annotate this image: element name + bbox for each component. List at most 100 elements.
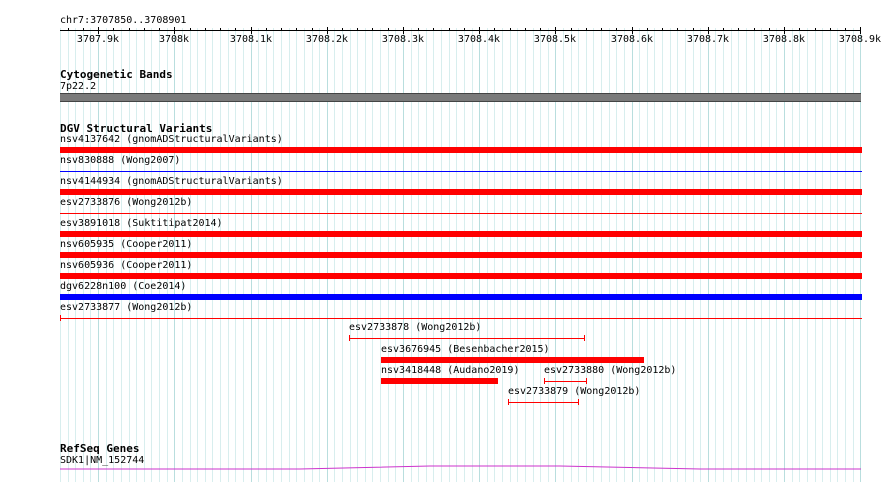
dgv-feature-bar[interactable] — [60, 294, 862, 300]
ruler-minor-tick — [281, 28, 282, 31]
ruler-minor-tick — [144, 28, 145, 31]
ruler-minor-tick — [799, 28, 800, 31]
dgv-feature-label[interactable]: esv3676945 (Besenbacher2015) — [381, 344, 550, 356]
ruler-minor-tick — [205, 28, 206, 31]
dgv-feature-label[interactable]: nsv4144934 (gnomADStructuralVariants) — [60, 176, 283, 188]
cytoband-bar[interactable] — [60, 93, 861, 102]
ruler-minor-tick — [616, 28, 617, 31]
ruler-tick-label: 3708.2k — [305, 34, 349, 45]
dgv-feature-end — [508, 399, 509, 405]
dgv-feature-end — [60, 315, 61, 321]
ruler-minor-tick — [723, 28, 724, 31]
ruler-minor-tick — [266, 28, 267, 31]
dgv-feature-end — [586, 378, 587, 384]
dgv-feature-label[interactable]: esv2733877 (Wong2012b) — [60, 302, 192, 314]
ruler-tick-label: 3708.5k — [533, 34, 577, 45]
ruler-tick-label: 3708.3k — [381, 34, 425, 45]
dgv-feature-end — [349, 335, 350, 341]
ruler-tick-label: 3708.9k — [838, 34, 882, 45]
refseq-track-title: RefSeq Genes — [60, 442, 140, 455]
ruler-minor-tick — [388, 28, 389, 31]
ruler-minor-tick — [540, 28, 541, 31]
ruler-major-tick — [251, 27, 252, 34]
dgv-feature-label[interactable]: nsv830888 (Wong2007) — [60, 155, 180, 167]
dgv-feature-bar[interactable] — [60, 273, 862, 279]
dgv-feature-bar[interactable] — [60, 189, 862, 195]
ruler-minor-tick — [190, 28, 191, 31]
ruler-minor-tick — [677, 28, 678, 31]
ruler-minor-tick — [510, 28, 511, 31]
ruler-minor-tick — [357, 28, 358, 31]
ruler-major-tick — [98, 27, 99, 34]
ruler-minor-tick — [68, 28, 69, 31]
ruler-minor-tick — [433, 28, 434, 31]
dgv-feature-bar[interactable] — [60, 231, 862, 237]
dgv-feature-label[interactable]: esv2733879 (Wong2012b) — [508, 386, 640, 398]
dgv-feature-label[interactable]: dgv6228n100 (Coe2014) — [60, 281, 186, 293]
cytoband-label: 7p22.2 — [60, 81, 97, 92]
ruler-minor-tick — [129, 28, 130, 31]
dgv-feature-label[interactable]: esv2733876 (Wong2012b) — [60, 197, 192, 209]
ruler-tick-label: 3707.9k — [76, 34, 120, 45]
ruler-minor-tick — [312, 28, 313, 31]
ruler-minor-tick — [159, 28, 160, 31]
ruler-tick-label: 3708.7k — [686, 34, 730, 45]
ruler-tick-label: 3708k — [158, 34, 190, 45]
dgv-feature-label[interactable]: nsv3418448 (Audano2019) — [381, 365, 519, 377]
ruler-minor-tick — [83, 28, 84, 31]
dgv-feature-bar[interactable] — [60, 171, 862, 172]
ruler-minor-tick — [815, 28, 816, 31]
cytoband-track-title: Cytogenetic Bands — [60, 68, 173, 81]
locus-label: chr7:3707850..3708901 — [60, 15, 187, 26]
dgv-feature-label[interactable]: nsv4137642 (gnomADStructuralVariants) — [60, 134, 283, 146]
ruler-major-tick — [860, 27, 861, 34]
dgv-feature-label[interactable]: nsv605936 (Cooper2011) — [60, 260, 192, 272]
ruler-minor-tick — [662, 28, 663, 31]
ruler-major-tick — [632, 27, 633, 34]
ruler-major-tick — [403, 27, 404, 34]
dgv-feature-bar[interactable] — [349, 338, 584, 339]
dgv-feature-end — [578, 399, 579, 405]
dgv-feature-bar[interactable] — [60, 147, 862, 153]
refseq-gene-model[interactable] — [0, 460, 890, 476]
ruler-major-tick — [479, 27, 480, 34]
dgv-feature-bar[interactable] — [544, 381, 586, 382]
dgv-feature-end — [544, 378, 545, 384]
ruler-tick-label: 3708.6k — [610, 34, 654, 45]
ruler-major-tick — [174, 27, 175, 34]
ruler-tick-label: 3708.8k — [762, 34, 806, 45]
ruler-minor-tick — [738, 28, 739, 31]
dgv-feature-bar[interactable] — [60, 318, 862, 319]
dgv-feature-label[interactable]: esv3891018 (Suktitipat2014) — [60, 218, 223, 230]
ruler-minor-tick — [296, 28, 297, 31]
ruler-minor-tick — [494, 28, 495, 31]
ruler-minor-tick — [845, 28, 846, 31]
ruler-minor-tick — [586, 28, 587, 31]
dgv-feature-label[interactable]: nsv605935 (Cooper2011) — [60, 239, 192, 251]
ruler-minor-tick — [418, 28, 419, 31]
ruler-major-tick — [555, 27, 556, 34]
ruler-minor-tick — [372, 28, 373, 31]
dgv-feature-label[interactable]: esv2733878 (Wong2012b) — [349, 322, 481, 334]
dgv-feature-bar[interactable] — [381, 357, 644, 363]
ruler-major-tick — [784, 27, 785, 34]
ruler-minor-tick — [220, 28, 221, 31]
refseq-intron-line — [60, 465, 861, 470]
dgv-feature-bar[interactable] — [508, 402, 578, 403]
ruler-minor-tick — [449, 28, 450, 31]
ruler-minor-tick — [342, 28, 343, 31]
dgv-feature-bar[interactable] — [60, 213, 862, 214]
ruler-minor-tick — [647, 28, 648, 31]
ruler-major-tick — [708, 27, 709, 34]
ruler-major-tick — [327, 27, 328, 34]
dgv-feature-label[interactable]: esv2733880 (Wong2012b) — [544, 365, 676, 377]
ruler-minor-tick — [754, 28, 755, 31]
ruler-axis — [60, 30, 860, 31]
dgv-feature-bar[interactable] — [60, 252, 862, 258]
ruler-minor-tick — [235, 28, 236, 31]
ruler-minor-tick — [769, 28, 770, 31]
dgv-feature-end — [584, 335, 585, 341]
dgv-feature-bar[interactable] — [381, 378, 498, 384]
ruler-tick-label: 3708.4k — [457, 34, 501, 45]
ruler-minor-tick — [525, 28, 526, 31]
